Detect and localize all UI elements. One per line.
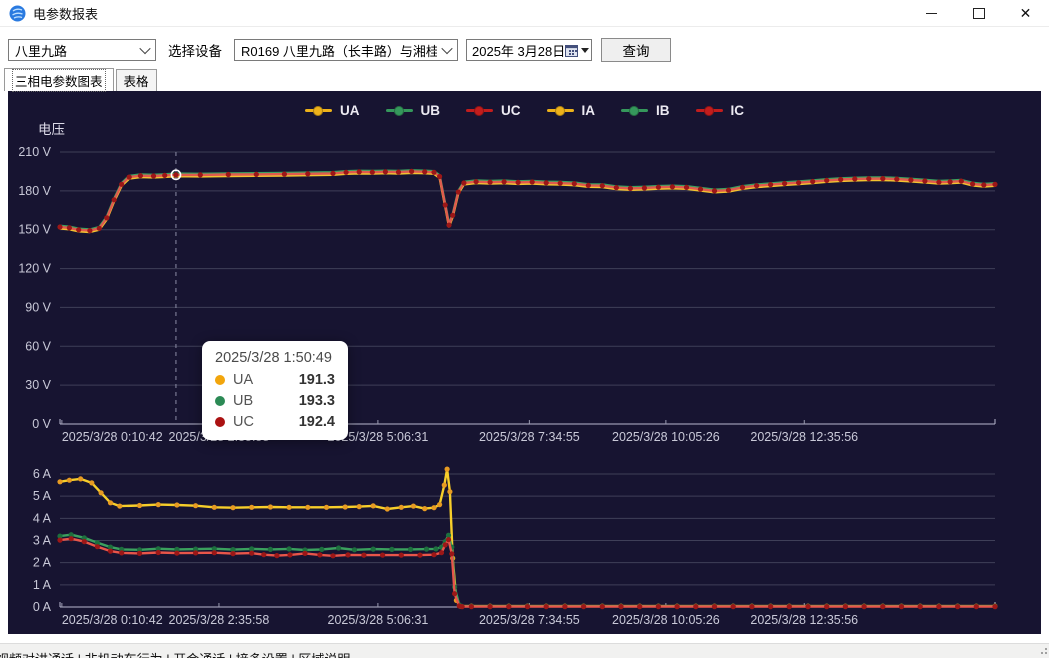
chart-tooltip: 2025/3/28 1:50:49 UA 191.3 UB 193.3 UC 1… [202, 341, 348, 440]
tooltip-row: UB 193.3 [215, 393, 335, 409]
legend-item-ia[interactable]: IA [547, 103, 596, 118]
tooltip-row: UC 192.4 [215, 414, 335, 430]
toolbar: 八里九路 选择设备 R0169 八里九路（长丰路）与湘桂线交 2025年 3月2… [0, 27, 1049, 67]
tab-table[interactable]: 表格 [116, 69, 157, 91]
svg-text:2025/3/28 5:06:31: 2025/3/28 5:06:31 [328, 613, 429, 627]
app-icon [9, 5, 26, 22]
svg-text:2025/3/28 10:05:26: 2025/3/28 10:05:26 [612, 613, 720, 627]
legend-marker [305, 106, 332, 116]
legend-label: UC [501, 103, 521, 118]
legend-label: UA [340, 103, 360, 118]
legend-label: UB [421, 103, 441, 118]
svg-text:90 V: 90 V [25, 300, 51, 314]
area-select[interactable]: 八里九路 [8, 39, 156, 61]
svg-text:2025/3/28 2:35:58: 2025/3/28 2:35:58 [169, 613, 270, 627]
legend-item-ub[interactable]: UB [386, 103, 441, 118]
app-window: 电参数报表 ✕ 八里九路 选择设备 R0169 八里九路（长丰路）与湘桂线交 2… [0, 0, 1049, 658]
legend-marker [621, 106, 648, 116]
svg-text:2025/3/28 0:10:42: 2025/3/28 0:10:42 [62, 430, 163, 444]
tooltip-row: UA 191.3 [215, 372, 335, 388]
device-label: 选择设备 [168, 40, 222, 60]
chart-legend: UA UB UC IA IB IC [8, 103, 1041, 118]
svg-text:2025/3/28 0:10:42: 2025/3/28 0:10:42 [62, 613, 163, 627]
legend-label: IC [731, 103, 745, 118]
svg-text:60 V: 60 V [25, 339, 51, 353]
window-title: 电参数报表 [33, 4, 98, 23]
svg-text:120 V: 120 V [18, 262, 51, 276]
legend-item-uc[interactable]: UC [466, 103, 521, 118]
chart-panel: 210 V 180 V 150 V 120 V 90 V 60 V 30 V 0 V 2025/… [8, 91, 1041, 634]
chevron-down-icon [441, 43, 452, 54]
legend-item-ic[interactable]: IC [696, 103, 745, 118]
charts-canvas[interactable]: 210 V 180 V 150 V 120 V 90 V 60 V 30 V 0 V 2025/… [8, 91, 1041, 634]
tab-chart-label: 三相电参数图表 [12, 69, 106, 92]
minimize-button[interactable] [908, 0, 955, 26]
svg-text:2025/3/28 7:34:55: 2025/3/28 7:34:55 [479, 613, 580, 627]
svg-text:3 A: 3 A [33, 534, 52, 548]
svg-text:2025/3/28 12:35:56: 2025/3/28 12:35:56 [750, 613, 858, 627]
series-dot-icon [215, 396, 225, 406]
legend-item-ib[interactable]: IB [621, 103, 670, 118]
tab-table-label: 表格 [124, 71, 149, 90]
resize-grip-icon[interactable] [1039, 648, 1047, 656]
legend-label: IB [656, 103, 670, 118]
svg-text:30 V: 30 V [25, 378, 51, 392]
svg-text:2 A: 2 A [33, 556, 52, 570]
series-dot-icon [215, 375, 225, 385]
minimize-icon [926, 13, 937, 14]
maximize-icon [973, 8, 985, 19]
svg-text:2025/3/28 7:34:55: 2025/3/28 7:34:55 [479, 430, 580, 444]
svg-text:180 V: 180 V [18, 184, 51, 198]
area-select-value: 八里九路 [15, 41, 67, 60]
legend-label: IA [582, 103, 596, 118]
tab-chart[interactable]: 三相电参数图表 [4, 68, 114, 91]
status-bar-text: 视频对讲通话 | 非机动车行为 | 开会通话 | 接多设置 | 区域说明 [0, 649, 1045, 658]
title-bar: 电参数报表 ✕ [0, 0, 1049, 27]
svg-text:210 V: 210 V [18, 145, 51, 159]
close-button[interactable]: ✕ [1002, 0, 1049, 26]
dropdown-arrow-icon [581, 48, 589, 53]
svg-text:150 V: 150 V [18, 223, 51, 237]
legend-marker [547, 106, 574, 116]
legend-marker [466, 106, 493, 116]
query-button[interactable]: 查询 [601, 38, 671, 62]
date-picker[interactable]: 2025年 3月28日 [466, 39, 592, 61]
svg-text:1 A: 1 A [33, 578, 52, 592]
svg-text:0 V: 0 V [32, 417, 51, 431]
tooltip-timestamp: 2025/3/28 1:50:49 [215, 350, 335, 366]
legend-marker [696, 106, 723, 116]
svg-text:2025/3/28 10:05:26: 2025/3/28 10:05:26 [612, 430, 720, 444]
svg-text:6 A: 6 A [33, 467, 52, 481]
calendar-icon [565, 44, 578, 57]
svg-text:4 A: 4 A [33, 511, 52, 525]
legend-marker [386, 106, 413, 116]
series-dot-icon [215, 417, 225, 427]
tab-strip: 三相电参数图表 表格 [0, 67, 1049, 91]
svg-text:2025/3/28 12:35:56: 2025/3/28 12:35:56 [750, 430, 858, 444]
svg-text:0 A: 0 A [33, 600, 52, 614]
status-bar: 视频对讲通话 | 非机动车行为 | 开会通话 | 接多设置 | 区域说明 [0, 643, 1049, 658]
voltage-chart-title: 电压 [38, 118, 65, 138]
device-select-value: R0169 八里九路（长丰路）与湘桂线交 [241, 41, 437, 60]
close-icon: ✕ [1020, 6, 1032, 20]
svg-text:5 A: 5 A [33, 489, 52, 503]
date-picker-value: 2025年 3月28日 [472, 41, 565, 60]
maximize-button[interactable] [955, 0, 1002, 26]
chevron-down-icon [139, 43, 150, 54]
device-select[interactable]: R0169 八里九路（长丰路）与湘桂线交 [234, 39, 458, 61]
legend-item-ua[interactable]: UA [305, 103, 360, 118]
